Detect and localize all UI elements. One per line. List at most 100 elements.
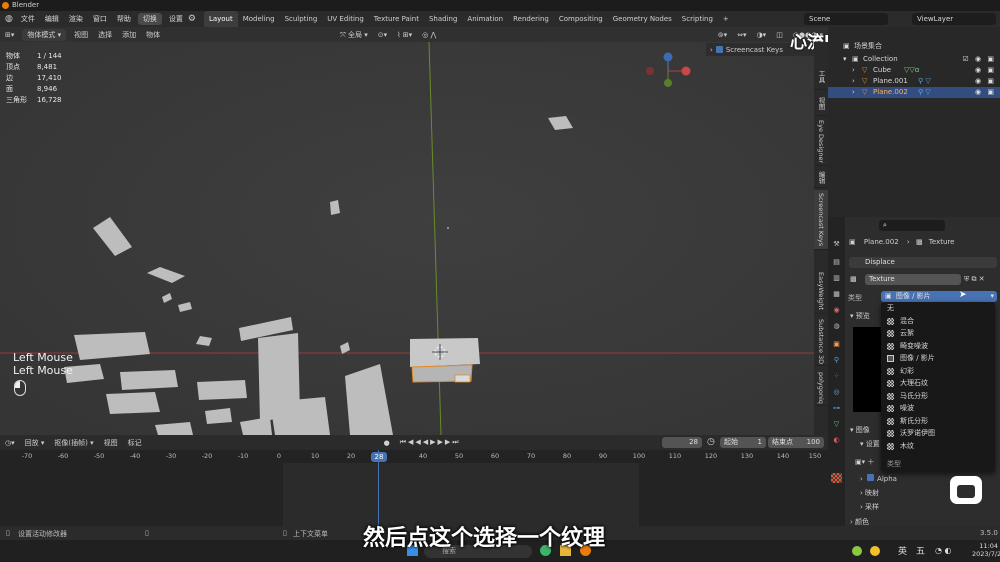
overlay-icon[interactable]: ◑▾ (752, 31, 772, 39)
tab-geometry-nodes[interactable]: Geometry Nodes (608, 11, 677, 27)
outliner-row[interactable]: › ▽ Cube ▽▽ɑ ◉ ▣ (828, 65, 1000, 76)
dropdown-item[interactable]: 幻彩 (881, 365, 995, 378)
render-tab-icon[interactable]: ▤ (831, 257, 842, 267)
gear-icon[interactable]: ⚙ (188, 11, 196, 27)
tab-texture-paint[interactable]: Texture Paint (369, 11, 424, 27)
transform-orientation[interactable]: ⤧ 全局 ▾ (335, 30, 373, 40)
timeline-menu-keying[interactable]: 抠像(插帧) ▾ (49, 438, 98, 448)
texture-name-field[interactable]: Texture (865, 274, 961, 285)
sidebar-tab-edit[interactable]: 编辑 (814, 168, 828, 188)
object-tab-icon[interactable]: ▣ (831, 339, 842, 349)
menu-file[interactable]: 文件 (16, 11, 40, 27)
dropdown-item[interactable]: 斯氏分形 (881, 415, 995, 428)
tab-uv-editing[interactable]: UV Editing (322, 11, 369, 27)
outliner[interactable]: ▣ 场景集合 ▾ ▣ Collection ☑ ◉ ▣ › ▽ Cube ▽▽ɑ… (828, 27, 1000, 217)
xray-icon[interactable]: ◫ (771, 31, 788, 39)
menu-help[interactable]: 帮助 (112, 11, 136, 27)
sidebar-tab-polygoniq[interactable]: polygoniq (814, 370, 828, 406)
dropdown-item[interactable]: 云絮 (881, 327, 995, 340)
view-layer-tab-icon[interactable]: ▦ (831, 289, 842, 299)
settings-menu[interactable]: 设置 (164, 11, 188, 27)
tab-modeling[interactable]: Modeling (238, 11, 280, 27)
current-frame-field[interactable]: 28 (662, 437, 702, 448)
network-icon[interactable]: ◔ ◐ (935, 546, 952, 555)
editor-type-icon[interactable]: ⊞▾ (0, 31, 19, 39)
viewlayer-selector[interactable]: ViewLayer (912, 13, 996, 25)
mapping-panel-header[interactable]: › 映射 (860, 488, 879, 498)
playback-controls[interactable]: ⏮◀◀◀▶▶▶⏭ (395, 438, 466, 447)
tray-app-icon[interactable] (852, 546, 862, 556)
gizmo-icon[interactable]: ⇔▾ (732, 31, 751, 39)
mode-selector[interactable]: 物体模式 ▾ (22, 28, 67, 41)
start-frame-field[interactable]: 起始 1 (720, 437, 766, 448)
timeline-menu-marker[interactable]: 标记 (123, 438, 147, 448)
viewport-menu-add[interactable]: 添加 (117, 30, 141, 40)
editor-type-icon[interactable]: ◷▾ (0, 439, 20, 447)
tab-shading[interactable]: Shading (424, 11, 462, 27)
menu-edit[interactable]: 编辑 (40, 11, 64, 27)
sampling-panel-header[interactable]: › 采样 (860, 502, 879, 512)
sidebar-tab-substance-3d[interactable]: Substance 3D (814, 318, 828, 366)
settings-panel-header[interactable]: ▾ 设置 (860, 439, 880, 449)
viewport-menu-view[interactable]: 视图 (69, 30, 93, 40)
outliner-row[interactable]: ▾ ▣ Collection ☑ ◉ ▣ (828, 54, 1000, 65)
outliner-row-selected[interactable]: › ▽ Plane.002 ⚲ ▽ ◉ ▣ (828, 87, 1000, 98)
chevron-down-icon[interactable]: › (710, 46, 713, 54)
chevron-right-icon[interactable]: › (852, 87, 855, 98)
tab-animation[interactable]: Animation (462, 11, 508, 27)
particles-tab-icon[interactable]: ⁘ (831, 371, 842, 381)
modifier-tab-icon[interactable]: ⚲ (831, 355, 842, 365)
texture-type-dropdown-menu[interactable]: 无 混合 云絮 畸变噪波 图像 / 影片 幻彩 大理石纹 马氏分形 噪波 斯氏分… (881, 302, 995, 472)
visibility-eye-icon[interactable]: ◉ ▣ (975, 76, 996, 87)
dropdown-item[interactable]: 无 (881, 302, 995, 315)
image-panel-header[interactable]: ▾ 图像 (850, 425, 870, 435)
taskbar-clock[interactable]: 11:04 2023/7/23 (972, 542, 1000, 558)
tray-app-icon[interactable] (870, 546, 880, 556)
menu-render[interactable]: 渲染 (64, 11, 88, 27)
alpha-row[interactable]: › Alpha (860, 474, 897, 483)
playhead-frame-indicator[interactable]: 28 (371, 452, 387, 462)
texture-actions[interactable]: ⛨ ⧉ ✕ (964, 275, 985, 284)
scene-selector[interactable]: Scene (804, 13, 888, 25)
visibility-eye-icon[interactable]: ☑ ◉ ▣ (963, 54, 996, 65)
properties-search-input[interactable]: ⌕ (879, 220, 945, 231)
chevron-right-icon[interactable]: › (852, 76, 855, 87)
modifier-selector[interactable]: Displace (849, 257, 997, 268)
dropdown-item[interactable]: 图像 / 影片 (881, 352, 995, 365)
add-workspace-button[interactable]: + (718, 11, 734, 27)
chevron-right-icon[interactable]: › (852, 65, 855, 76)
record-icon[interactable]: ● (379, 439, 395, 447)
chevron-down-icon[interactable]: ▾ (843, 54, 847, 65)
3d-viewport[interactable] (0, 42, 814, 435)
material-tab-icon[interactable]: ◐ (831, 435, 842, 445)
viewport-menu-select[interactable]: 选择 (93, 30, 117, 40)
dropdown-item[interactable]: 大理石纹 (881, 377, 995, 390)
pivot-icon[interactable]: ⊙▾ (373, 31, 392, 39)
scene-collection-row[interactable]: ▣ 场景集合 (828, 41, 1000, 52)
tab-sculpting[interactable]: Sculpting (280, 11, 323, 27)
sidebar-tab-easyweight[interactable]: EasyWeight (814, 268, 828, 314)
tab-rendering[interactable]: Rendering (508, 11, 554, 27)
sidebar-tab-eye-designer[interactable]: Eye Designer (814, 118, 828, 166)
output-tab-icon[interactable]: ▥ (831, 273, 842, 283)
visibility-eye-icon[interactable]: ◉ ▣ (975, 87, 996, 98)
dropdown-item[interactable]: 噪波 (881, 402, 995, 415)
tab-scripting[interactable]: Scripting (677, 11, 718, 27)
timeline-menu-playback[interactable]: 回放 ▾ (20, 438, 50, 448)
physics-tab-icon[interactable]: ◎ (831, 387, 842, 397)
world-tab-icon[interactable]: ◍ (831, 321, 842, 331)
input-method[interactable]: 五 (916, 544, 925, 557)
visibility-icon[interactable]: ⊚▾ (713, 31, 732, 39)
preview-panel-header[interactable]: ▾ 预览 (850, 311, 870, 321)
tool-tab-icon[interactable]: ⚒ (831, 239, 842, 249)
dropdown-item[interactable]: 沃罗诺伊图 (881, 427, 995, 440)
scene-tab-icon[interactable]: ◉ (831, 305, 842, 315)
toggle-button[interactable]: 切换 (137, 13, 162, 25)
end-frame-field[interactable]: 结束点 100 (768, 437, 824, 448)
sidebar-tab-view[interactable]: 视图 (814, 92, 828, 116)
clock-icon[interactable]: ◷ (707, 437, 715, 447)
type-dropdown[interactable]: ▣ 图像 / 影片 ▾ (881, 291, 997, 302)
viewport-menu-object[interactable]: 物体 (141, 30, 165, 40)
data-tab-icon[interactable]: ▽ (831, 419, 842, 429)
constraints-tab-icon[interactable]: ⊶ (831, 403, 842, 413)
